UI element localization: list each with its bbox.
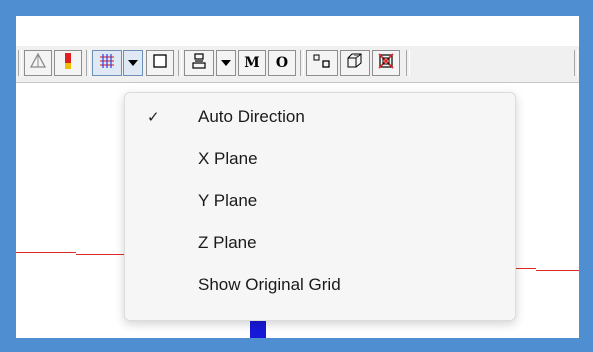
blue-marker: [250, 318, 266, 338]
toolbar: M O: [16, 46, 579, 83]
mesh-nodes-button[interactable]: [24, 50, 52, 76]
layer-button[interactable]: [184, 50, 214, 76]
color-bar-button[interactable]: [54, 50, 82, 76]
menu-item-label: Auto Direction: [198, 107, 305, 126]
box-button[interactable]: [146, 50, 174, 76]
toolbar-separator: [18, 50, 22, 76]
curve-segment: [536, 270, 579, 271]
triangle-nodes-icon: [29, 52, 47, 75]
grid-icon: [98, 52, 116, 75]
menu-item-z-plane[interactable]: Z Plane: [125, 226, 515, 260]
grid-options-menu: ✓ Auto Direction X Plane Y Plane Z Plane…: [124, 92, 516, 321]
grid-button[interactable]: [92, 50, 122, 76]
menu-item-show-original-grid[interactable]: Show Original Grid: [125, 268, 515, 302]
menu-item-x-plane[interactable]: X Plane: [125, 142, 515, 176]
letter-o-icon: O: [275, 55, 289, 71]
menu-item-label: X Plane: [198, 149, 258, 168]
cube-view-button[interactable]: [340, 50, 370, 76]
color-bar-icon: [63, 51, 73, 76]
menu-item-auto-direction[interactable]: ✓ Auto Direction: [125, 100, 515, 134]
layer-dropdown-button[interactable]: [216, 50, 236, 76]
cube-view-icon: [345, 52, 365, 75]
nodes-button[interactable]: [306, 50, 338, 76]
app-window: M O ✓ Auto Direction X Plane Y Plane Z P…: [16, 16, 579, 338]
toolbar-separator: [178, 50, 182, 76]
toolbar-separator: [406, 50, 410, 76]
menu-item-y-plane[interactable]: Y Plane: [125, 184, 515, 218]
checkmark-icon: ✓: [147, 108, 160, 126]
small-squares-icon: [312, 52, 332, 75]
o-button[interactable]: O: [268, 50, 296, 76]
delete-box-icon: [377, 52, 395, 75]
menu-item-label: Show Original Grid: [198, 275, 341, 294]
toolbar-separator: [86, 50, 90, 76]
chevron-down-icon: [221, 60, 231, 66]
toolbar-separator: [300, 50, 304, 76]
stack-icon: [190, 52, 208, 75]
curve-segment: [16, 252, 76, 253]
m-button[interactable]: M: [238, 50, 266, 76]
menu-item-label: Y Plane: [198, 191, 258, 210]
toolbar-separator: [574, 50, 578, 76]
menu-item-label: Z Plane: [198, 233, 257, 252]
curve-segment: [76, 254, 126, 255]
grid-dropdown-button[interactable]: [123, 50, 143, 76]
square-outline-icon: [151, 52, 169, 75]
delete-box-button[interactable]: [372, 50, 400, 76]
chevron-down-icon: [128, 60, 138, 66]
letter-m-icon: M: [244, 55, 260, 71]
